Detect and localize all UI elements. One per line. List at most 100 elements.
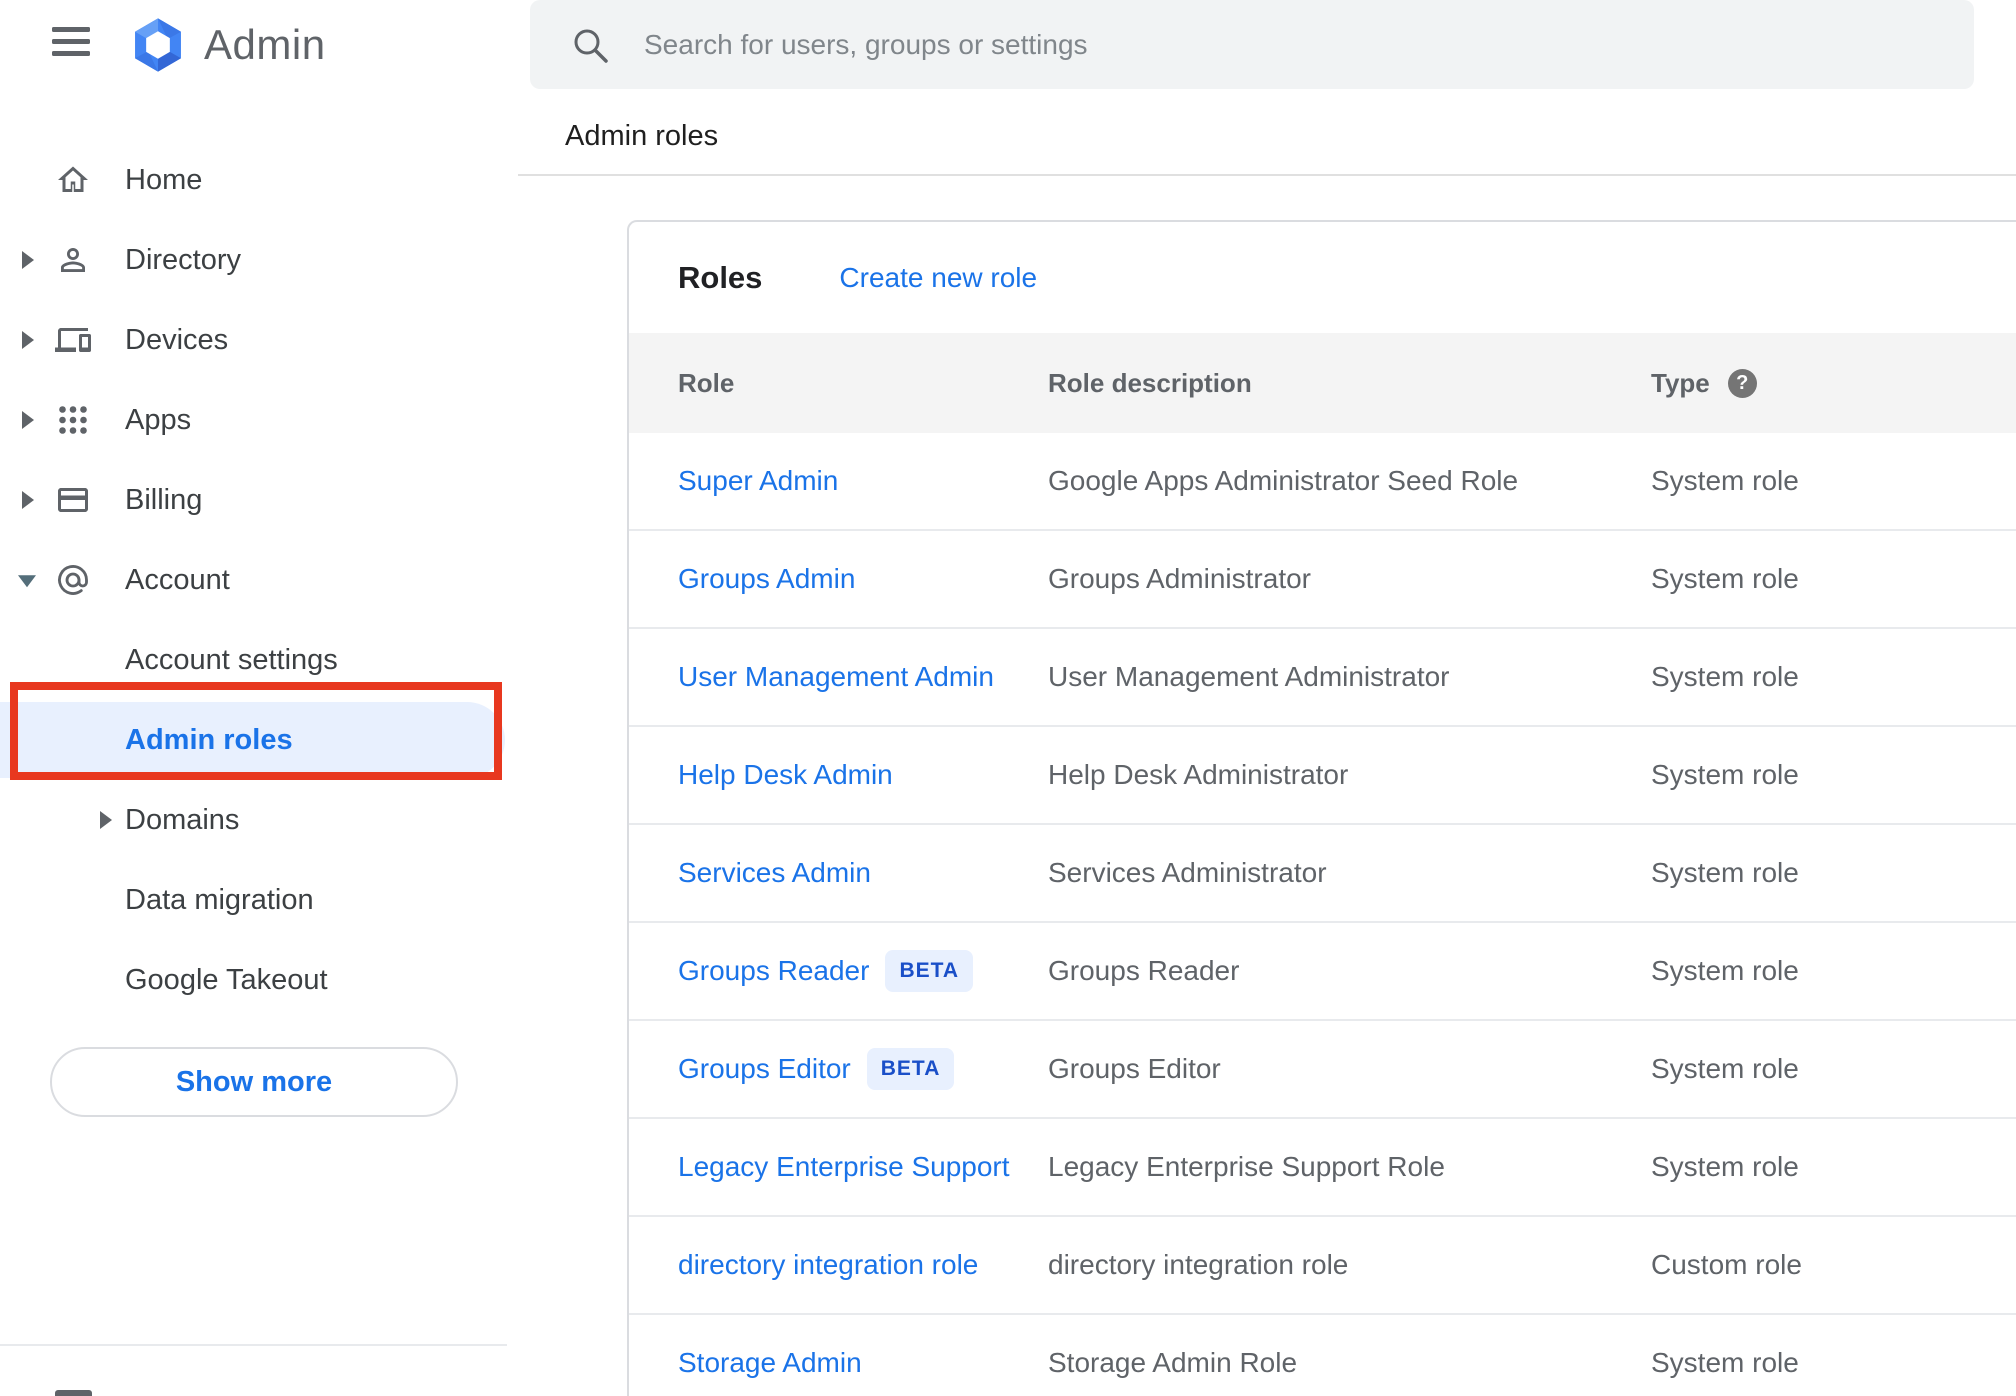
- table-row: Super Admin Google Apps Administrator Se…: [629, 433, 2016, 531]
- role-description: Groups Editor: [1048, 1053, 1221, 1084]
- role-description: Legacy Enterprise Support Role: [1048, 1151, 1445, 1182]
- table-row: Legacy Enterprise Support Legacy Enterpr…: [629, 1119, 2016, 1217]
- card-title: Roles: [678, 259, 763, 295]
- expand-arrow-icon[interactable]: [22, 411, 34, 429]
- devices-icon: [55, 328, 91, 352]
- expand-arrow-icon[interactable]: [100, 811, 112, 829]
- collapse-arrow-icon[interactable]: [18, 575, 36, 588]
- role-type: System role: [1651, 1151, 1799, 1182]
- column-header-type: Type: [1651, 367, 1710, 398]
- role-link[interactable]: Groups Admin: [678, 563, 855, 595]
- roles-table-header: Role Role description Type ?: [629, 333, 2016, 433]
- role-type: System role: [1651, 955, 1799, 986]
- credit-card-icon: [58, 488, 88, 512]
- role-description: Groups Reader: [1048, 955, 1240, 986]
- column-header-description: Role description: [1048, 367, 1252, 398]
- role-description: User Management Administrator: [1048, 661, 1450, 692]
- role-type: System role: [1651, 1347, 1799, 1378]
- app-title: Admin: [204, 21, 326, 68]
- search-icon: [574, 29, 608, 63]
- create-new-role-link[interactable]: Create new role: [839, 262, 1037, 294]
- search-bar[interactable]: Search for users, groups or settings: [530, 0, 1974, 89]
- role-type: System role: [1651, 1053, 1799, 1084]
- role-description: Help Desk Administrator: [1048, 759, 1349, 790]
- beta-badge: BETA: [866, 1048, 955, 1090]
- sidebar-item-label: Admin roles: [125, 723, 293, 756]
- sidebar-item-label: Domains: [125, 803, 240, 836]
- expand-arrow-icon[interactable]: [22, 331, 34, 349]
- table-row: Groups Editor BETA Groups Editor System …: [629, 1021, 2016, 1119]
- sidebar-item-label: Account: [125, 563, 230, 596]
- role-type: Custom role: [1651, 1249, 1802, 1280]
- sidebar-header: Admin: [0, 0, 507, 100]
- person-icon: [61, 248, 85, 272]
- search-placeholder: Search for users, groups or settings: [644, 28, 1088, 60]
- sidebar-item-label: Devices: [125, 323, 229, 356]
- roles-card: Roles Create new role Role Role descript…: [627, 220, 2016, 1396]
- sidebar-item-data-migration[interactable]: Data migration: [0, 860, 507, 940]
- admin-logo-icon: [135, 18, 181, 72]
- table-row: Services Admin Services Administrator Sy…: [629, 825, 2016, 923]
- sidebar-item-label: Google Takeout: [125, 963, 328, 996]
- sidebar-item-account[interactable]: Account: [0, 540, 507, 620]
- header-divider: [518, 174, 2016, 176]
- table-row: Storage Admin Storage Admin Role System …: [629, 1315, 2016, 1396]
- sidebar-item-devices[interactable]: Devices: [0, 300, 507, 380]
- role-type: System role: [1651, 563, 1799, 594]
- sidebar-item-directory[interactable]: Directory: [0, 220, 507, 300]
- table-row: directory integration role directory int…: [629, 1217, 2016, 1315]
- show-more-button[interactable]: Show more: [50, 1047, 458, 1117]
- role-description: Services Administrator: [1048, 857, 1327, 888]
- sidebar-item-domains[interactable]: Domains: [0, 780, 507, 860]
- menu-icon[interactable]: [52, 27, 90, 57]
- role-link[interactable]: Services Admin: [678, 857, 871, 889]
- role-link[interactable]: User Management Admin: [678, 661, 994, 693]
- table-row: User Management Admin User Management Ad…: [629, 629, 2016, 727]
- role-description: Google Apps Administrator Seed Role: [1048, 465, 1519, 496]
- role-link[interactable]: Legacy Enterprise Support: [678, 1151, 1010, 1183]
- sidebar-item-label: Billing: [125, 483, 203, 516]
- at-sign-icon: [58, 565, 88, 595]
- home-icon: [58, 166, 88, 192]
- table-row: Groups Admin Groups Administrator System…: [629, 531, 2016, 629]
- table-row: Help Desk Admin Help Desk Administrator …: [629, 727, 2016, 825]
- role-link[interactable]: Groups Reader: [678, 955, 869, 987]
- role-description: directory integration role: [1048, 1249, 1349, 1280]
- role-link[interactable]: directory integration role: [678, 1249, 978, 1281]
- sidebar-item-label: Apps: [125, 403, 192, 436]
- sidebar-item-account-settings[interactable]: Account settings: [0, 620, 507, 700]
- role-link[interactable]: Storage Admin: [678, 1347, 862, 1379]
- sidebar-bottom-divider: [0, 1344, 507, 1346]
- role-link[interactable]: Super Admin: [678, 465, 838, 497]
- role-type: System role: [1651, 661, 1799, 692]
- sidebar-nav: Home Directory Devices Apps Billing Acco…: [0, 140, 507, 1020]
- sidebar-item-apps[interactable]: Apps: [0, 380, 507, 460]
- sidebar-item-label: Data migration: [125, 883, 314, 916]
- column-header-role: Role: [678, 367, 735, 398]
- apps-grid-icon: [59, 406, 87, 434]
- sidebar-item-label: Account settings: [125, 643, 338, 676]
- admin-logo[interactable]: Admin: [128, 16, 326, 74]
- roles-card-header: Roles Create new role: [629, 222, 2016, 333]
- expand-arrow-icon[interactable]: [22, 251, 34, 269]
- role-link[interactable]: Help Desk Admin: [678, 759, 893, 791]
- sidebar-item-admin-roles[interactable]: Admin roles: [0, 702, 505, 778]
- admin-console-screen: Admin Home Directory Devices Apps Billin…: [0, 0, 2016, 1396]
- role-link[interactable]: Groups Editor: [678, 1053, 851, 1085]
- sidebar-item-label: Home: [125, 163, 203, 196]
- role-description: Groups Administrator: [1048, 563, 1311, 594]
- breadcrumb: Admin roles: [565, 120, 719, 152]
- partial-bottom-icon: [55, 1390, 92, 1396]
- table-row: Groups Reader BETA Groups Reader System …: [629, 923, 2016, 1021]
- beta-badge: BETA: [885, 950, 974, 992]
- role-type: System role: [1651, 759, 1799, 790]
- sidebar-item-google-takeout[interactable]: Google Takeout: [0, 940, 507, 1020]
- sidebar-item-billing[interactable]: Billing: [0, 460, 507, 540]
- role-description: Storage Admin Role: [1048, 1347, 1298, 1378]
- sidebar-item-label: Directory: [125, 243, 242, 276]
- help-icon[interactable]: ?: [1727, 368, 1757, 398]
- role-type: System role: [1651, 465, 1799, 496]
- sidebar-item-home[interactable]: Home: [0, 140, 507, 220]
- expand-arrow-icon[interactable]: [22, 491, 34, 509]
- sidebar: Admin Home Directory Devices Apps Billin…: [0, 0, 507, 1396]
